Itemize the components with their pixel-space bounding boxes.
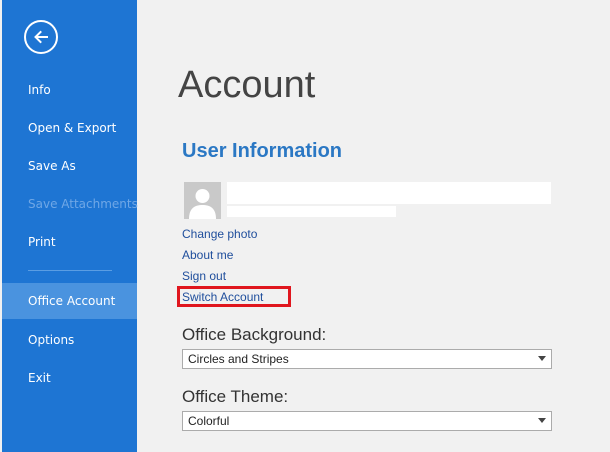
page-title: Account (178, 64, 316, 106)
nav-item-save-attachments: Save Attachments (28, 197, 138, 211)
nav-item-print[interactable]: Print (2, 224, 137, 260)
office-background-value: Circles and Stripes (188, 352, 289, 366)
nav-item-exit[interactable]: Exit (2, 360, 137, 396)
office-theme-value: Colorful (188, 414, 230, 428)
office-theme-label: Office Theme: (182, 387, 289, 406)
back-arrow-icon (34, 30, 48, 44)
chevron-down-icon (538, 418, 546, 423)
office-theme-select[interactable]: Colorful (182, 411, 552, 431)
avatar (184, 182, 221, 219)
office-background-select[interactable]: Circles and Stripes (182, 349, 552, 369)
office-background-label: Office Background: (182, 325, 327, 344)
user-email-redacted (227, 206, 396, 217)
nav-item-open-export[interactable]: Open & Export (2, 110, 137, 146)
sign-out-link[interactable]: Sign out (182, 269, 226, 283)
nav-item-office-account[interactable]: Office Account (2, 283, 137, 319)
user-information-heading: User Information (182, 140, 343, 162)
nav-item-info[interactable]: Info (2, 72, 137, 108)
switch-account-highlight (177, 286, 291, 307)
backstage-sidebar: Info Open & Export Save As Save Attachme… (2, 0, 138, 452)
nav-divider (28, 270, 112, 271)
about-me-link[interactable]: About me (182, 248, 233, 262)
person-silhouette-icon (184, 182, 221, 219)
nav-item-save-as[interactable]: Save As (2, 148, 137, 184)
change-photo-link[interactable]: Change photo (182, 227, 257, 241)
account-page: Account User Information Change photo Ab… (137, 0, 610, 452)
nav-item-options[interactable]: Options (2, 322, 137, 358)
back-button[interactable] (24, 20, 58, 54)
chevron-down-icon (538, 356, 546, 361)
user-name-redacted (227, 182, 551, 204)
